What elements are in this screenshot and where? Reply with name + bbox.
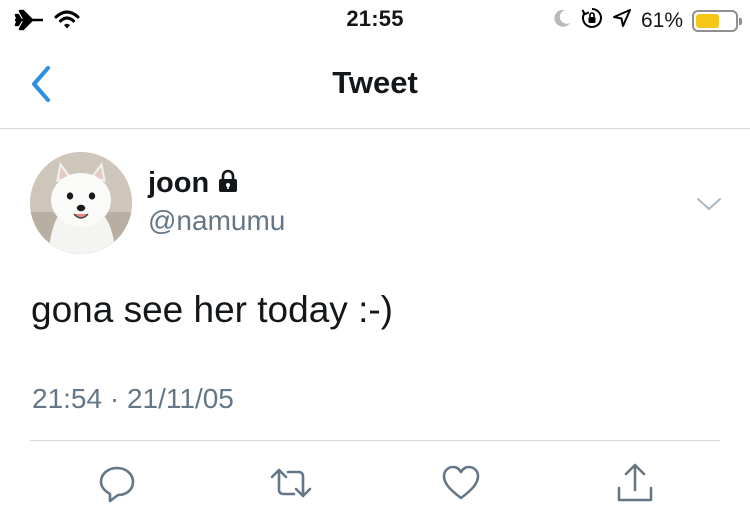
reply-icon [99,466,135,503]
author-handle[interactable]: @namumu [148,205,285,237]
battery-level-fill [696,13,719,28]
avatar[interactable] [30,152,132,254]
rotation-lock-icon [581,7,603,34]
retweet-icon [270,468,312,498]
share-button[interactable] [610,458,660,508]
location-arrow-icon [612,8,632,33]
battery-cap [739,17,742,25]
page-title: Tweet [332,65,418,100]
tweet-action-bar [0,458,750,508]
navigation-bar: Tweet [0,40,750,129]
share-icon [617,463,653,502]
tweet-detail-screen: 21:55 61% Tweet joon @namumu gona see he… [0,0,750,526]
battery-icon [692,9,742,32]
reply-button[interactable] [92,458,142,508]
author-name-row: joon [148,167,239,200]
tweet-text: gona see her today :-) [31,289,393,330]
lock-icon [217,169,239,198]
moon-icon [552,8,572,33]
battery-percent: 61% [640,8,683,32]
white-dog-avatar [30,152,132,254]
chevron-down-icon [697,198,721,210]
like-button[interactable] [436,458,486,508]
tweet-menu-button[interactable] [694,193,724,215]
author-display-name[interactable]: joon [148,167,209,200]
status-bar: 21:55 61% [0,0,750,40]
status-bar-right: 61% [552,7,742,34]
tweet-timestamp: 21:54 · 21/11/05 [32,383,234,414]
heart-icon [442,465,480,500]
retweet-button[interactable] [266,458,316,508]
divider [30,440,720,441]
